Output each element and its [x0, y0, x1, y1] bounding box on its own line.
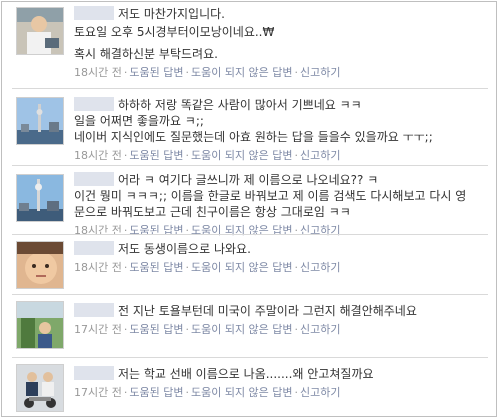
separator-dot: ·	[185, 386, 189, 399]
avatar[interactable]	[16, 301, 64, 349]
avatar-tower-photo-icon	[17, 98, 63, 144]
report-link[interactable]: 신고하기	[300, 323, 340, 336]
comment-meta: 17시간 전 · 도움된 답변 · 도움이 되지 않은 답변 · 신고하기	[74, 384, 490, 401]
report-link[interactable]: 신고하기	[300, 149, 340, 162]
separator-dot: ·	[123, 261, 128, 274]
helpful-link[interactable]: 도움된 답변	[129, 224, 183, 237]
comment-text: 저는 학교 선배 이름으로 나옴.......왜 안고쳐질까요	[118, 367, 374, 381]
timestamp: 18시간 전	[74, 66, 122, 79]
report-link[interactable]: 신고하기	[300, 386, 340, 399]
user-name-blurred[interactable]	[74, 97, 114, 111]
divider	[12, 234, 488, 235]
separator-dot: ·	[185, 149, 189, 162]
timestamp: 17시간 전	[74, 386, 122, 399]
comment-text: 네이버 지식인에도 질문했는데 아효 원하는 답을 들을수 있을까요 ㅜㅜ;;	[74, 130, 433, 144]
comment-text: 토요일 오후 5시경부터이모낭이네요..₩	[74, 25, 275, 39]
avatar[interactable]	[16, 241, 64, 289]
separator-dot: ·	[294, 386, 299, 399]
helpful-link[interactable]: 도움된 답변	[129, 386, 183, 399]
avatar[interactable]	[16, 97, 64, 145]
timestamp: 18시간 전	[74, 261, 122, 274]
helpful-link[interactable]: 도움된 답변	[129, 149, 183, 162]
avatar-person-photo-icon	[17, 8, 63, 54]
report-link[interactable]: 신고하기	[300, 224, 340, 237]
not-helpful-link[interactable]: 도움이 되지 않은 답변	[191, 261, 293, 274]
comment-list: 저도 마찬가지입니다. 토요일 오후 5시경부터이모낭이네요..₩ 혹시 해결하…	[1, 1, 497, 417]
separator-dot: ·	[294, 224, 299, 237]
comment-text: 혹시 해결하신분 부탁드려요.	[74, 47, 218, 61]
comment-text: 전 지난 토욜부턴데 미국이 주말이라 그런지 해결안해주네요	[118, 304, 417, 318]
user-name-blurred[interactable]	[74, 303, 114, 317]
not-helpful-link[interactable]: 도움이 되지 않은 답변	[191, 149, 293, 162]
avatar-tower-photo-icon	[17, 175, 63, 221]
timestamp: 17시간 전	[74, 323, 122, 336]
separator-dot: ·	[123, 386, 128, 399]
separator-dot: ·	[123, 323, 128, 336]
separator-dot: ·	[123, 149, 128, 162]
helpful-link[interactable]: 도움된 답변	[129, 261, 183, 274]
comment-text: 문으로 바꿔도보고 근데 친구이름은 항상 그대로임 ㅋㅋ	[74, 205, 351, 219]
separator-dot: ·	[185, 261, 189, 274]
avatar-face-photo-icon	[17, 242, 63, 288]
separator-dot: ·	[185, 224, 189, 237]
report-link[interactable]: 신고하기	[300, 66, 340, 79]
divider	[12, 294, 488, 295]
avatar-motorcycle-photo-icon	[17, 365, 63, 411]
separator-dot: ·	[294, 261, 299, 274]
separator-dot: ·	[294, 323, 299, 336]
comment-text: 저도 동생이름으로 나와요.	[118, 242, 251, 256]
divider	[12, 88, 488, 89]
timestamp: 18시간 전	[74, 149, 122, 162]
not-helpful-link[interactable]: 도움이 되지 않은 답변	[191, 386, 293, 399]
report-link[interactable]: 신고하기	[300, 261, 340, 274]
timestamp: 18시간 전	[74, 224, 122, 237]
comment-text: 어라 ㅋ 여기다 글쓰니까 제 이름으로 나오네요?? ㅋ	[118, 173, 379, 187]
user-name-blurred[interactable]	[74, 366, 114, 380]
separator-dot: ·	[185, 323, 189, 336]
divider	[12, 165, 488, 166]
separator-dot: ·	[294, 149, 299, 162]
avatar-garden-photo-icon	[17, 302, 63, 348]
avatar[interactable]	[16, 174, 64, 222]
comment-text: 하하하 저랑 똑같은 사람이 많아서 기쁘네요 ㅋㅋ	[118, 98, 362, 112]
comment-meta: 18시간 전 · 도움된 답변 · 도움이 되지 않은 답변 · 신고하기	[74, 222, 490, 239]
separator-dot: ·	[123, 224, 128, 237]
not-helpful-link[interactable]: 도움이 되지 않은 답변	[191, 66, 293, 79]
helpful-link[interactable]: 도움된 답변	[129, 66, 183, 79]
user-name-blurred[interactable]	[74, 241, 114, 255]
comment-text: 저도 마찬가지입니다.	[118, 7, 225, 21]
separator-dot: ·	[294, 66, 299, 79]
not-helpful-link[interactable]: 도움이 되지 않은 답변	[191, 323, 293, 336]
helpful-link[interactable]: 도움된 답변	[129, 323, 183, 336]
user-name-blurred[interactable]	[74, 6, 114, 20]
comment-meta: 18시간 전 · 도움된 답변 · 도움이 되지 않은 답변 · 신고하기	[74, 64, 490, 81]
separator-dot: ·	[123, 66, 128, 79]
avatar[interactable]	[16, 364, 64, 412]
comment-text: 일을 어쩌면 좋을까요 ㅋ;;	[74, 114, 204, 128]
avatar[interactable]	[16, 7, 64, 55]
user-name-blurred[interactable]	[74, 172, 114, 186]
separator-dot: ·	[185, 66, 189, 79]
comment-meta: 18시간 전 · 도움된 답변 · 도움이 되지 않은 답변 · 신고하기	[74, 259, 490, 276]
comment-meta: 18시간 전 · 도움된 답변 · 도움이 되지 않은 답변 · 신고하기	[74, 147, 490, 164]
comment-text: 이건 뭥미 ㅋㅋㅋ;; 이름을 한글로 바꿔보고 제 이름 검색도 다시해보고 …	[74, 189, 467, 203]
not-helpful-link[interactable]: 도움이 되지 않은 답변	[191, 224, 293, 237]
divider	[12, 357, 488, 358]
comment-meta: 17시간 전 · 도움된 답변 · 도움이 되지 않은 답변 · 신고하기	[74, 321, 490, 338]
